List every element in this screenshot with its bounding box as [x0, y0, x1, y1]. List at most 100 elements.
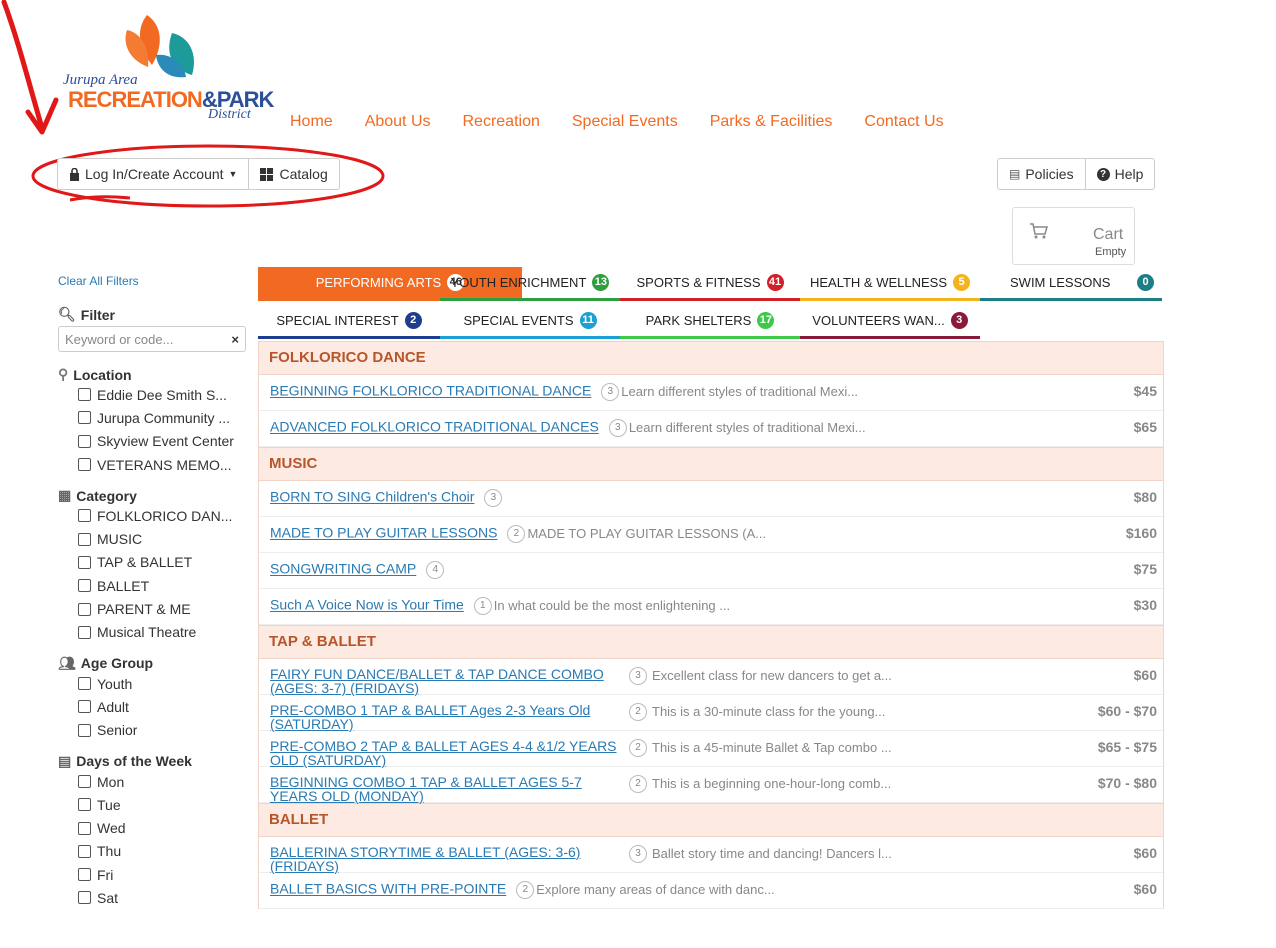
- program-row: PRE-COMBO 1 TAP & BALLET Ages 2-3 Years …: [259, 695, 1163, 731]
- nav-about-us[interactable]: About Us: [365, 113, 431, 131]
- age-group-option[interactable]: Adult: [78, 695, 248, 718]
- program-link[interactable]: FAIRY FUN DANCE/BALLET & TAP DANCE COMBO…: [270, 667, 620, 695]
- checkbox[interactable]: [78, 602, 91, 616]
- program-price: $65: [1133, 419, 1157, 435]
- program-link[interactable]: SONGWRITING CAMP 4: [270, 561, 446, 579]
- count-badge: 13: [592, 274, 610, 291]
- filter-heading: 🔍︎ Filter: [58, 306, 116, 323]
- program-link[interactable]: PRE-COMBO 2 TAP & BALLET AGES 4-4 &1/2 Y…: [270, 739, 620, 767]
- keyword-search-input[interactable]: Keyword or code... ×: [58, 326, 246, 352]
- day-option[interactable]: Sat: [78, 886, 248, 909]
- nav-recreation[interactable]: Recreation: [463, 113, 540, 131]
- session-count-badge: 3: [629, 845, 647, 863]
- program-link[interactable]: MADE TO PLAY GUITAR LESSONS 2 MADE TO PLA…: [270, 525, 766, 543]
- program-link[interactable]: BEGINNING FOLKLORICO TRADITIONAL DANCE 3 …: [270, 383, 858, 401]
- program-link[interactable]: BALLET BASICS WITH PRE-POINTE 2 Explore m…: [270, 881, 775, 899]
- nav-contact-us[interactable]: Contact Us: [864, 113, 943, 131]
- checkbox[interactable]: [78, 821, 91, 835]
- district-logo[interactable]: Jurupa Area RECREATION&PARK District: [60, 15, 274, 125]
- main-nav: Home About Us Recreation Special Events …: [290, 113, 976, 131]
- category-option[interactable]: Musical Theatre: [78, 621, 248, 644]
- count-badge: 17: [757, 312, 775, 329]
- cart-icon: [1030, 223, 1048, 239]
- checkbox[interactable]: [78, 775, 91, 788]
- clear-x-icon[interactable]: ×: [231, 332, 239, 347]
- policies-button[interactable]: ▤ Policies: [997, 158, 1086, 190]
- search-icon: 🔍︎: [58, 306, 76, 322]
- checkbox[interactable]: [78, 891, 91, 905]
- question-circle-icon: ?: [1096, 167, 1110, 181]
- checkbox[interactable]: [78, 458, 91, 472]
- checkbox[interactable]: [78, 844, 91, 858]
- age-group-label: Adult: [97, 698, 129, 715]
- tab-health-wellness[interactable]: HEALTH & WELLNESS 5: [800, 267, 980, 301]
- category-option[interactable]: BALLET: [78, 574, 248, 597]
- tab-swim-lessons[interactable]: SWIM LESSONS 0: [980, 267, 1162, 301]
- program-link[interactable]: BORN TO SING Children's Choir 3: [270, 489, 504, 507]
- program-link[interactable]: PRE-COMBO 1 TAP & BALLET Ages 2-3 Years …: [270, 703, 620, 731]
- catalog-button[interactable]: Catalog: [249, 158, 340, 190]
- program-description: In what could be the most enlightening .…: [493, 597, 731, 613]
- program-link[interactable]: BEGINNING COMBO 1 TAP & BALLET AGES 5-7 …: [270, 775, 620, 803]
- checkbox[interactable]: [78, 388, 91, 402]
- program-description: Learn different styles of traditional Me…: [621, 383, 859, 399]
- program-description: This is a 30-minute class for the young.…: [652, 704, 886, 719]
- tab-special-interest[interactable]: SPECIAL INTEREST 2: [258, 305, 440, 339]
- location-option[interactable]: Skyview Event Center: [78, 430, 248, 453]
- day-label: Mon: [97, 773, 125, 790]
- nav-special-events[interactable]: Special Events: [572, 113, 678, 131]
- day-option[interactable]: Tue: [78, 793, 248, 816]
- day-option[interactable]: Fri: [78, 863, 248, 886]
- program-row: Such A Voice Now is Your Time 1 In what c…: [259, 589, 1163, 625]
- checkbox[interactable]: [78, 700, 91, 714]
- tab-special-events[interactable]: SPECIAL EVENTS 11: [440, 305, 620, 339]
- location-option[interactable]: Jurupa Community ...: [78, 406, 248, 429]
- help-button[interactable]: ? Help: [1085, 158, 1156, 190]
- category-option[interactable]: TAP & BALLET: [78, 551, 248, 574]
- checkbox[interactable]: [78, 677, 91, 691]
- program-link[interactable]: ADVANCED FOLKLORICO TRADITIONAL DANCES 3 …: [270, 419, 866, 437]
- nav-home[interactable]: Home: [290, 113, 333, 131]
- clear-filters-link[interactable]: Clear All Filters: [58, 274, 248, 288]
- location-option[interactable]: Eddie Dee Smith S...: [78, 383, 248, 406]
- tab-volunteers-wan[interactable]: VOLUNTEERS WAN... 3: [800, 305, 980, 339]
- category-option[interactable]: PARENT & ME: [78, 597, 248, 620]
- nav-parks-facilities[interactable]: Parks & Facilities: [710, 113, 833, 131]
- category-option[interactable]: FOLKLORICO DAN...: [78, 504, 248, 527]
- tab-label: SPECIAL EVENTS: [463, 313, 574, 328]
- people-icon: 👥︎: [58, 654, 76, 671]
- tab-youth-enrichment[interactable]: YOUTH ENRICHMENT 13: [440, 267, 620, 301]
- category-option[interactable]: MUSIC: [78, 527, 248, 550]
- program-link[interactable]: Such A Voice Now is Your Time 1 In what c…: [270, 597, 730, 615]
- checkbox[interactable]: [78, 434, 91, 448]
- location-option[interactable]: VETERANS MEMO...: [78, 453, 248, 476]
- day-option[interactable]: Mon: [78, 770, 248, 793]
- checkbox[interactable]: [78, 868, 91, 882]
- tab-sports-fitness[interactable]: SPORTS & FITNESS 41: [620, 267, 800, 301]
- checkbox[interactable]: [78, 579, 91, 593]
- login-button[interactable]: Log In/Create Account ▼: [57, 158, 250, 190]
- program-link[interactable]: BALLERINA STORYTIME & BALLET (AGES: 3-6)…: [270, 845, 620, 873]
- cart-widget[interactable]: Cart Empty: [1012, 207, 1135, 265]
- day-option[interactable]: Thu: [78, 840, 248, 863]
- count-badge: 11: [579, 312, 597, 329]
- checkbox[interactable]: [78, 532, 91, 546]
- category-label: FOLKLORICO DAN...: [97, 507, 233, 524]
- age-group-option[interactable]: Youth: [78, 672, 248, 695]
- program-listing: FOLKLORICO DANCE BEGINNING FOLKLORICO TRA…: [258, 341, 1164, 909]
- location-label: VETERANS MEMO...: [97, 456, 232, 473]
- checkbox[interactable]: [78, 798, 91, 812]
- checkbox[interactable]: [78, 625, 91, 639]
- program-row: BORN TO SING Children's Choir 3 $80: [259, 481, 1163, 517]
- checkbox[interactable]: [78, 509, 91, 523]
- day-option[interactable]: Wed: [78, 816, 248, 839]
- cart-status: Empty: [1095, 246, 1127, 258]
- age-group-label: Senior: [97, 722, 138, 739]
- checkbox[interactable]: [78, 723, 91, 737]
- checkbox[interactable]: [78, 555, 91, 569]
- session-count-badge: 2: [629, 739, 647, 757]
- caret-down-icon: ▼: [228, 169, 238, 179]
- tab-park-shelters[interactable]: PARK SHELTERS 17: [620, 305, 800, 339]
- checkbox[interactable]: [78, 411, 91, 425]
- age-group-option[interactable]: Senior: [78, 719, 248, 742]
